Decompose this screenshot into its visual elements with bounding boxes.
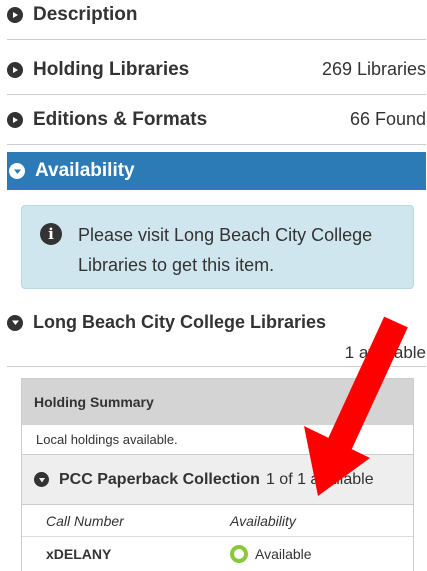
circle-chevron-down-icon	[7, 314, 23, 331]
accordion-availability[interactable]: Availability	[7, 152, 426, 190]
circle-play-icon	[7, 6, 23, 23]
holding-libraries-count: 269 Libraries	[321, 59, 426, 79]
available-ring-icon	[230, 545, 248, 563]
accordion-editions-title: Editions & Formats	[33, 108, 208, 130]
collection-availability: 1 of 1 available	[265, 470, 374, 488]
column-call-number: Call Number	[46, 512, 124, 529]
info-alert: i Please visit Long Beach City College L…	[21, 205, 414, 289]
collection-name: PCC Paperback Collection	[59, 470, 260, 488]
availability-cell: Available	[230, 545, 312, 563]
availability-status: Available	[255, 546, 312, 562]
library-title-line[interactable]: Long Beach City College Libraries	[7, 312, 426, 333]
accordion-availability-title: Availability	[35, 160, 135, 181]
table-row: xDELANY Available	[22, 537, 413, 571]
holding-summary-panel: Holding Summary Local holdings available…	[21, 378, 414, 571]
call-number-cell: xDELANY	[46, 546, 112, 562]
collection-row[interactable]: PCC Paperback Collection 1 of 1 availabl…	[22, 455, 413, 505]
accordion-description-left: Description	[7, 4, 138, 26]
accordion-description-title: Description	[33, 3, 138, 25]
holding-local-note: Local holdings available.	[22, 425, 413, 455]
info-circle-icon: i	[40, 223, 62, 245]
library-available-count: 1 available	[344, 343, 426, 362]
accordion-holding-title: Holding Libraries	[33, 58, 190, 80]
circle-chevron-down-icon	[9, 163, 25, 179]
accordion-editions-left: Editions & Formats	[7, 109, 207, 131]
library-name: Long Beach City College Libraries	[33, 312, 327, 332]
accordion-description[interactable]: Description	[7, 0, 426, 40]
accordion-holding-libraries[interactable]: Holding Libraries 269 Libraries	[7, 45, 426, 95]
circle-play-icon	[7, 111, 23, 128]
divider	[7, 366, 426, 367]
table-header: Call Number Availability	[22, 505, 413, 537]
column-availability: Availability	[230, 512, 296, 529]
editions-count: 66 Found	[349, 109, 426, 129]
accordion-editions-formats[interactable]: Editions & Formats 66 Found	[7, 95, 426, 145]
circle-play-icon	[7, 61, 23, 78]
circle-chevron-down-icon	[34, 472, 49, 487]
accordion-holding-left: Holding Libraries	[7, 59, 189, 81]
info-message: Please visit Long Beach City College Lib…	[78, 225, 373, 275]
holding-summary-header: Holding Summary	[22, 379, 413, 425]
library-section: Long Beach City College Libraries 1 avai…	[7, 312, 426, 363]
